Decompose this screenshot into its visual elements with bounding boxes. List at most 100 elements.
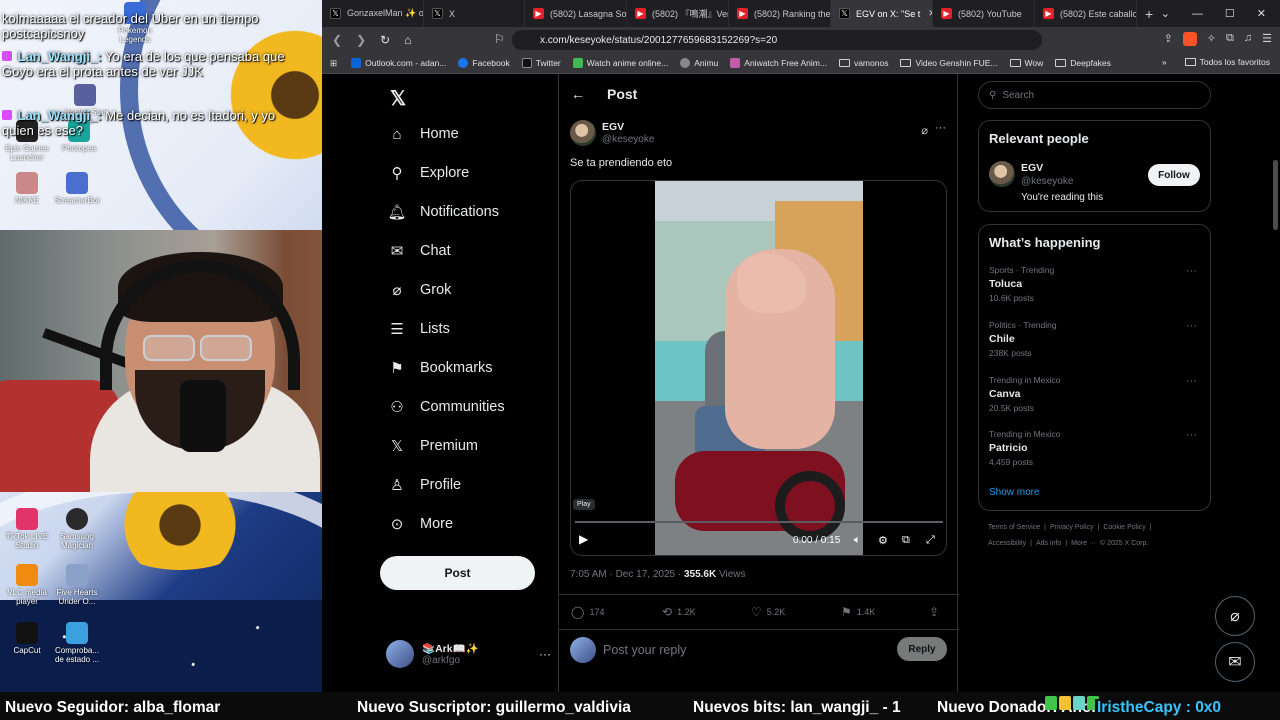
- more-dots-icon[interactable]: ···: [1186, 320, 1197, 332]
- browser-tab[interactable]: 𝕏X: [424, 0, 525, 27]
- chat-message: Lan_Wangji_: Yo era de los que pensaba q…: [2, 49, 285, 79]
- repost-action[interactable]: ⟲ 1.2K: [662, 605, 696, 619]
- desktop-icon[interactable]: Comproba... de estado ...: [50, 622, 104, 664]
- desktop-icon[interactable]: VLC media player: [0, 564, 54, 606]
- minimize-icon[interactable]: —: [1192, 8, 1203, 20]
- nav-item-more[interactable]: ⊙ More: [388, 515, 453, 533]
- bookmark-icon: ⚑: [841, 605, 852, 619]
- desktop-icon[interactable]: Samsung Magician: [50, 508, 104, 550]
- brave-shields-icon[interactable]: [1182, 32, 1197, 46]
- nav-item-bookmarks[interactable]: ⚑ Bookmarks: [388, 359, 492, 377]
- grok-explain-icon[interactable]: ⌀: [921, 124, 928, 137]
- menu-icon[interactable]: ☰: [1262, 32, 1272, 46]
- nav-item-chat[interactable]: ✉ Chat: [388, 242, 451, 260]
- nav-item-grok[interactable]: ⌀ Grok: [388, 281, 451, 299]
- bookmark-folder[interactable]: vamonos: [838, 58, 888, 68]
- trend-item[interactable]: Trending in Mexico Patricio 4,459 posts …: [989, 429, 1201, 467]
- reply-input[interactable]: Post your reply: [603, 643, 686, 657]
- scrollbar[interactable]: [1273, 160, 1278, 230]
- settings-gear-icon[interactable]: ⚙: [878, 534, 888, 547]
- bookmark-item[interactable]: Aniwatch Free Anim...: [730, 58, 827, 68]
- browser-tab[interactable]: ▶ (5802) Este caballo: [1035, 0, 1137, 27]
- author-name[interactable]: EGV: [602, 121, 624, 133]
- new-tab-icon[interactable]: +: [1145, 6, 1153, 22]
- author-avatar[interactable]: [570, 120, 596, 146]
- x-logo-icon[interactable]: 𝕏: [390, 86, 406, 111]
- bookmark-action[interactable]: ⚑ 1.4K: [841, 605, 875, 619]
- nav-item-premium[interactable]: 𝕏 Premium: [388, 437, 478, 455]
- bookmark-item[interactable]: Outlook.com - adan...: [351, 58, 446, 68]
- trend-item[interactable]: Trending in Mexico Canva 20.5K posts ···: [989, 375, 1201, 413]
- maximize-icon[interactable]: ☐: [1225, 7, 1235, 20]
- follow-button[interactable]: Follow: [1148, 164, 1200, 186]
- home-page-icon[interactable]: ⌂: [404, 33, 411, 47]
- music-icon[interactable]: ♫: [1244, 32, 1252, 46]
- trend-item[interactable]: Politics · Trending Chile 238K posts ···: [989, 320, 1201, 358]
- more-dots-icon[interactable]: ···: [1186, 265, 1197, 277]
- desktop-icon[interactable]: StreamerBot: [50, 172, 104, 205]
- nav-item-communities[interactable]: ⚇ Communities: [388, 398, 504, 416]
- show-more-link[interactable]: Show more: [989, 487, 1040, 498]
- desktop-icon[interactable]: TikTok LIVE Studio: [0, 508, 54, 550]
- tab-search-icon[interactable]: ⌄: [1161, 7, 1170, 20]
- trend-item[interactable]: Sports · Trending Toluca 10.6K posts ···: [989, 265, 1201, 303]
- bookmark-item[interactable]: Facebook: [458, 58, 510, 68]
- bookmark-page-icon[interactable]: ⚐: [494, 32, 505, 46]
- grok-fab-icon[interactable]: ⌀: [1215, 596, 1255, 636]
- play-icon[interactable]: ▶: [579, 532, 588, 546]
- search-input[interactable]: ⚲ Search: [978, 81, 1211, 109]
- bookmark-folder[interactable]: Deepfakes: [1055, 58, 1111, 68]
- back-icon[interactable]: ❮: [332, 33, 342, 47]
- browser-tab-active[interactable]: 𝕏EGV on X: "Se t✕: [831, 0, 933, 27]
- bookmark-item[interactable]: Watch anime online...: [572, 58, 668, 68]
- puzzle-icon[interactable]: ⧉: [1226, 32, 1234, 46]
- reload-icon[interactable]: ↻: [380, 33, 390, 47]
- nav-item-explore[interactable]: ⚲ Explore: [388, 164, 470, 182]
- fullscreen-icon[interactable]: ⤢: [926, 534, 935, 547]
- like-action[interactable]: ♡ 5.2K: [751, 605, 785, 619]
- nav-item-lists[interactable]: ☰ Lists: [388, 320, 450, 338]
- bookmark-item[interactable]: Animu: [680, 58, 718, 68]
- reply-composer: Post your reply Reply: [570, 636, 950, 668]
- apps-icon[interactable]: ⊞: [330, 58, 337, 69]
- more-dots-icon[interactable]: ···: [1186, 429, 1197, 441]
- browser-tab[interactable]: ▶ (5802) YouTube: [933, 0, 1035, 27]
- bookmark-item[interactable]: Twitter: [521, 58, 561, 68]
- nav-item-home[interactable]: ⌂ Home: [388, 125, 458, 143]
- reply-button[interactable]: Reply: [897, 637, 947, 661]
- nav-item-profile[interactable]: ♙ Profile: [388, 476, 461, 494]
- reply-action[interactable]: ◯ 174: [571, 605, 604, 619]
- address-bar-row: ❮ ❯ ↻ ⌂ ⚐ x.com/keseyoke/status/20012776…: [322, 27, 1280, 53]
- close-window-icon[interactable]: ✕: [1257, 7, 1266, 20]
- video-player[interactable]: Play ▶ 0:00 / 0:15 🔈︎ ⚙ ⧉ ⤢: [570, 180, 947, 556]
- picture-in-picture-icon[interactable]: ⧉: [902, 534, 910, 547]
- share-action[interactable]: ⇪: [929, 605, 944, 619]
- tab-strip: 𝕏 GonzaxelMan ✨ o 𝕏X ▶ (5802) Lasagna Sou …: [322, 0, 1280, 27]
- bookmark-folder[interactable]: Wow: [1009, 58, 1043, 68]
- extension-icon[interactable]: ✧: [1207, 32, 1216, 46]
- post-button[interactable]: Post: [380, 556, 535, 590]
- desktop-icon[interactable]: Five Hearts Under O...: [50, 564, 104, 606]
- browser-tab[interactable]: ▶ (5802) 『鳴潮』Ver3.: [627, 0, 729, 27]
- all-bookmarks[interactable]: » Todos los favoritos: [1162, 57, 1270, 67]
- url-field[interactable]: x.com/keseyoke/status/200127765968315226…: [512, 30, 1042, 50]
- more-dots-icon[interactable]: ···: [935, 122, 946, 134]
- browser-tab[interactable]: ▶ (5802) Ranking the: [729, 0, 831, 27]
- bookmark-folder[interactable]: Video Genshin FUE...: [900, 58, 998, 68]
- author-avatar[interactable]: [989, 161, 1015, 187]
- browser-tab[interactable]: 𝕏 GonzaxelMan ✨ o: [322, 0, 424, 27]
- forward-icon[interactable]: ❯: [356, 33, 366, 47]
- back-arrow-icon[interactable]: ←: [571, 86, 585, 102]
- author-handle[interactable]: @keseyoke: [602, 134, 654, 145]
- messages-fab-icon[interactable]: ✉: [1215, 642, 1255, 682]
- video-progress-bar[interactable]: [575, 521, 943, 523]
- share-icon[interactable]: ⇪: [1164, 32, 1173, 46]
- desktop-icon[interactable]: CapCut: [0, 622, 54, 655]
- volume-icon[interactable]: 🔈︎: [854, 534, 861, 547]
- more-dots-icon[interactable]: ···: [1186, 375, 1197, 387]
- browser-tab[interactable]: ▶ (5802) Lasagna Sou: [525, 0, 627, 27]
- desktop-icon[interactable]: NIKKE: [0, 172, 54, 205]
- post-author: EGV @keseyoke ⌀ ···: [570, 120, 950, 148]
- nav-item-notifications[interactable]: 🔔︎ Notifications: [387, 203, 499, 221]
- account-switcher[interactable]: 📚Ark📖✨ @arkfgo ···: [386, 640, 551, 668]
